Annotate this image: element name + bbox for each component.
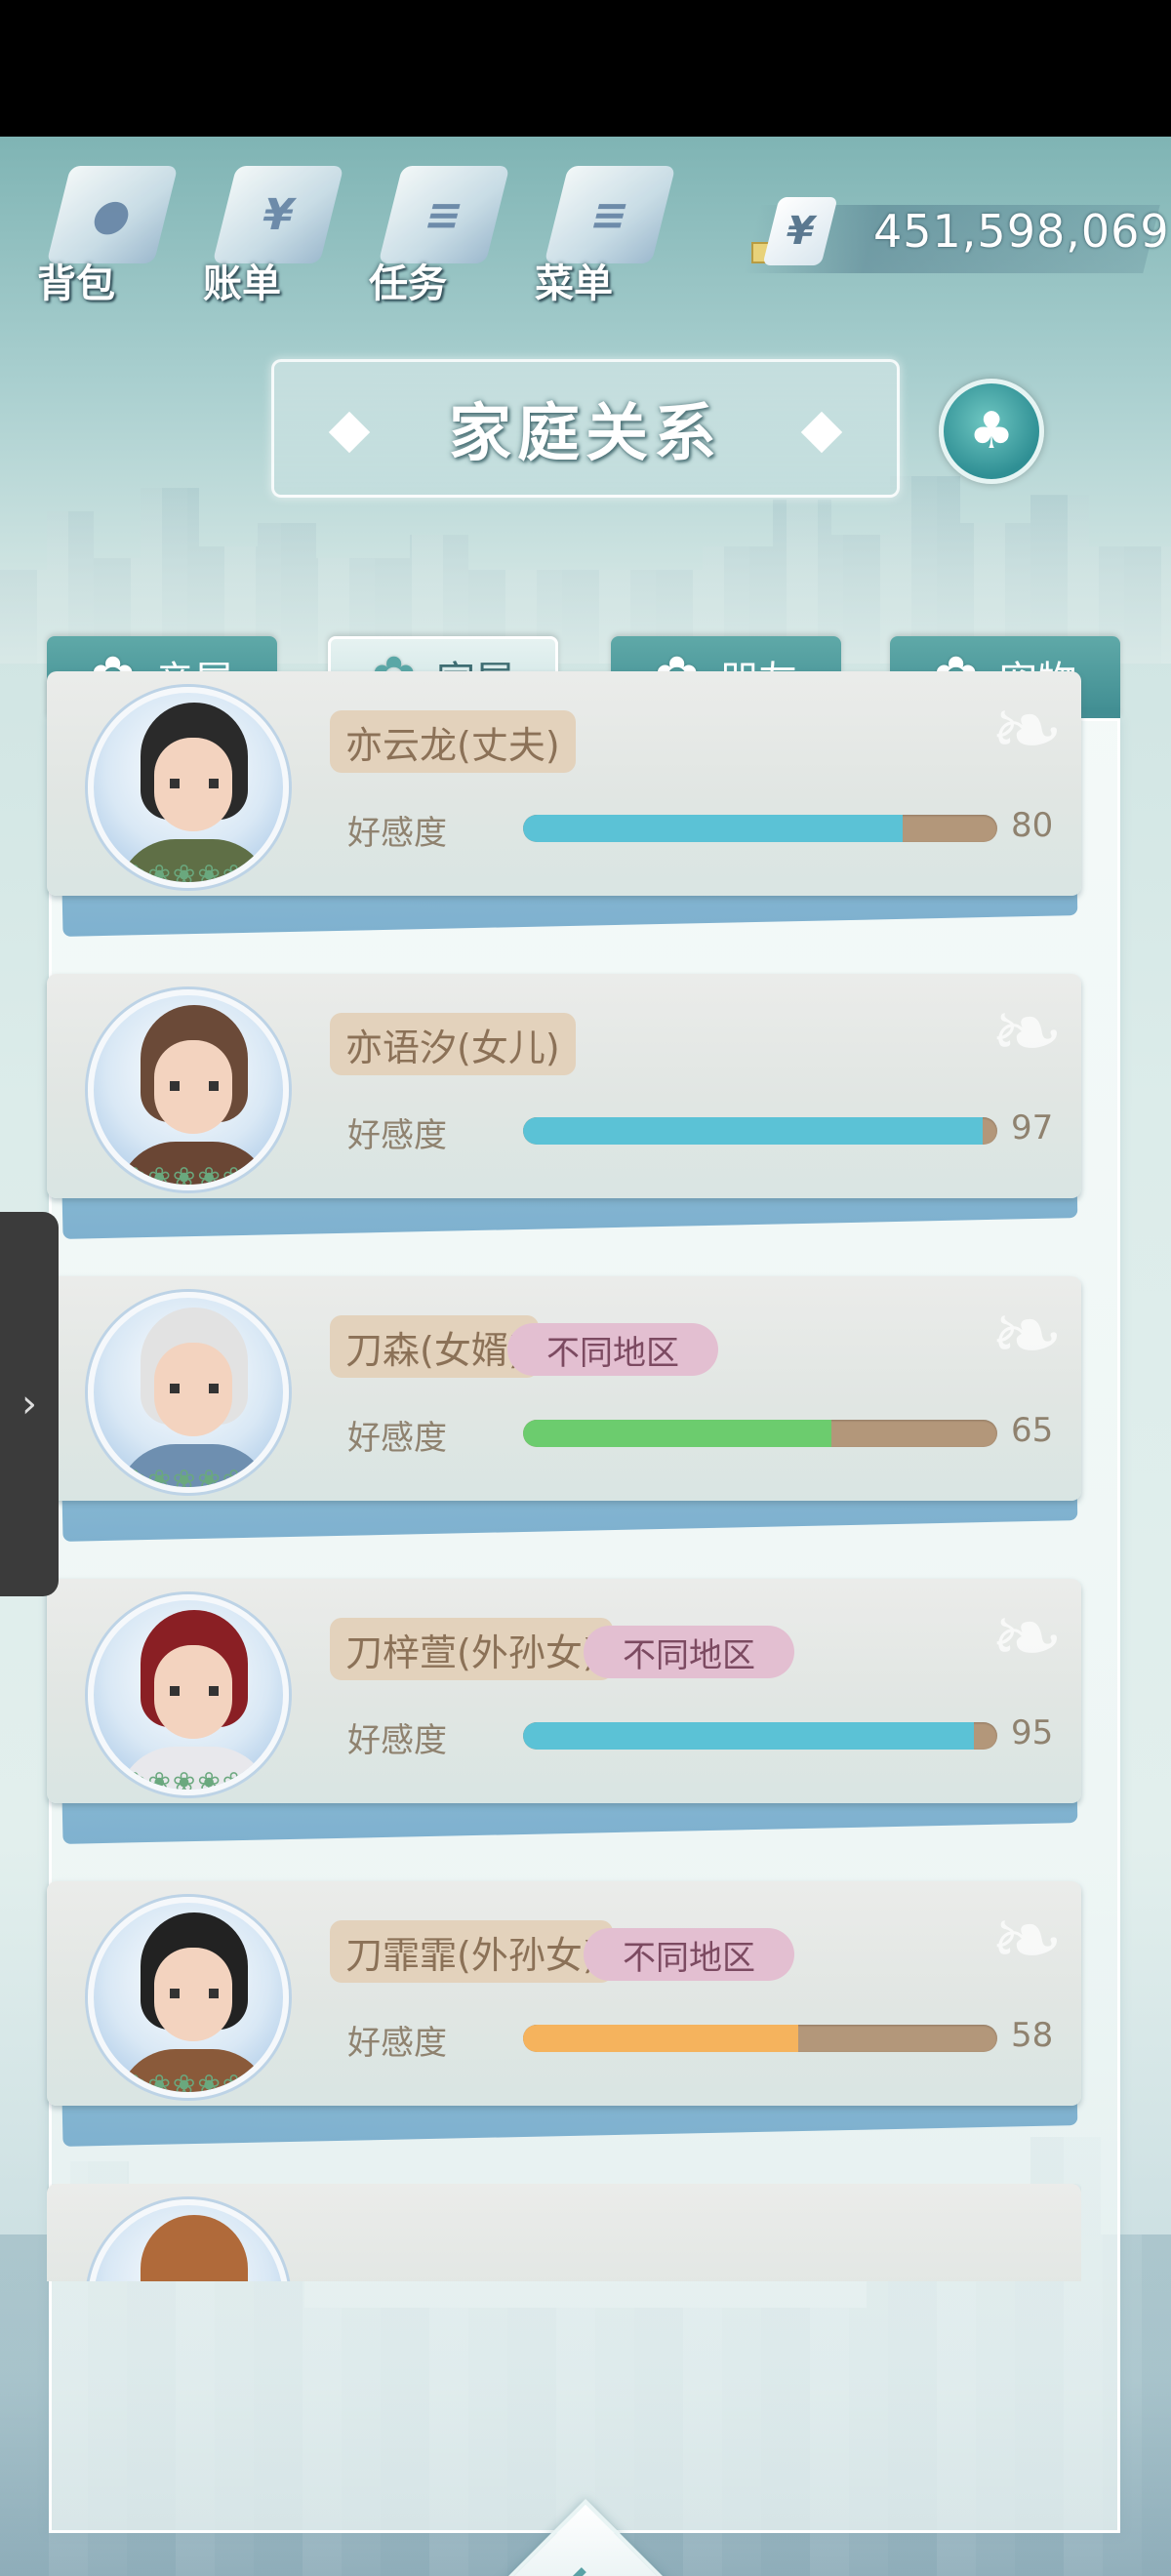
bill-icon: ¥	[212, 166, 344, 263]
affinity-label: 好感度	[347, 1419, 447, 1458]
return-icon: ↰	[546, 2556, 625, 2576]
card-body	[47, 2184, 1081, 2281]
avatar[interactable]: ❀❀❀❀❀	[88, 1594, 289, 1795]
card-body: ❧ ❀❀❀❀❀ 亦云龙(丈夫) 好感度 80	[47, 671, 1081, 896]
affinity-fill	[523, 1420, 831, 1447]
affinity-fill	[523, 2025, 798, 2052]
affinity-bar	[523, 1117, 997, 1145]
tree-icon: ♣	[968, 402, 1015, 461]
member-card[interactable]: ❧ ❀❀❀❀❀ 亦语汐(女儿) 好感度 97	[47, 974, 1081, 1239]
member-name: 刀梓萱(外孙女)	[330, 1618, 613, 1680]
member-card[interactable]: ❧ ❀❀❀❀❀ 刀梓萱(外孙女) 不同地区 好感度 95	[47, 1579, 1081, 1844]
top-menu: ● 背包 ¥ 账单 ≡ 任务 ≡ 菜单	[29, 156, 676, 306]
menu-task-label: 任务	[369, 262, 447, 306]
diamond-right-icon	[800, 411, 843, 454]
region-badge: 不同地区	[584, 1626, 794, 1678]
title-banner: 家庭关系	[271, 359, 900, 498]
affinity-value: 95	[1011, 1713, 1054, 1752]
region-badge: 不同地区	[507, 1323, 718, 1376]
member-name: 刀霏霏(外孙女)	[330, 1920, 613, 1983]
affinity-bar	[523, 815, 997, 842]
member-card[interactable]: ❧ ❀❀❀❀❀ 刀霏霏(外孙女) 不同地区 好感度 58	[47, 1881, 1081, 2147]
menu-bill-label: 账单	[203, 262, 281, 306]
bag-icon: ●	[46, 166, 179, 263]
menu-icon: ≡	[544, 166, 676, 263]
chevron-right-icon: ›	[21, 1382, 37, 1427]
affinity-value: 80	[1011, 806, 1054, 845]
member-card[interactable]: ❧ ❀❀❀❀❀ 亦云龙(丈夫) 好感度 80	[47, 671, 1081, 937]
vine-ornament-icon: ❧	[989, 1284, 1064, 1387]
avatar[interactable]: ❀❀❀❀❀	[88, 1292, 289, 1493]
avatar	[88, 2199, 289, 2281]
status-bar	[0, 0, 1171, 137]
affinity-fill	[523, 1722, 974, 1750]
member-name: 亦语汐(女儿)	[330, 1013, 576, 1075]
menu-menu-button[interactable]: ≡ 菜单	[527, 156, 676, 306]
card-body: ❧ ❀❀❀❀❀ 刀霏霏(外孙女) 不同地区 好感度 58	[47, 1881, 1081, 2106]
affinity-value: 58	[1011, 2016, 1054, 2055]
leaf-wreath-icon: ❀❀❀❀❀	[123, 1766, 248, 1795]
affinity-label: 好感度	[347, 814, 447, 853]
page-title: 家庭关系	[449, 398, 722, 470]
avatar-eyes	[170, 1989, 219, 1998]
diamond-left-icon	[328, 411, 371, 454]
affinity-label: 好感度	[347, 2024, 447, 2063]
vine-ornament-icon: ❧	[989, 1587, 1064, 1689]
affinity-bar	[523, 2025, 997, 2052]
affinity-bar	[523, 1420, 997, 1447]
vine-ornament-icon: ❧	[989, 982, 1064, 1084]
avatar-hair	[141, 2215, 248, 2281]
avatar-eyes	[170, 1384, 219, 1393]
avatar[interactable]: ❀❀❀❀❀	[88, 989, 289, 1190]
member-card-partial[interactable]	[47, 2184, 1081, 2281]
menu-bag-button[interactable]: ● 背包	[29, 156, 179, 306]
leaf-wreath-icon: ❀❀❀❀❀	[123, 2069, 248, 2098]
avatar-eyes	[170, 1081, 219, 1091]
affinity-bar	[523, 1722, 997, 1750]
card-body: ❧ ❀❀❀❀❀ 刀梓萱(外孙女) 不同地区 好感度 95	[47, 1579, 1081, 1803]
currency-value: 451,598,069	[873, 205, 1170, 258]
side-drawer-handle[interactable]: ›	[0, 1212, 59, 1596]
member-card[interactable]: ❧ ❀❀❀❀❀ 刀森(女婿) 不同地区 好感度 65	[47, 1276, 1081, 1542]
member-name: 亦云龙(丈夫)	[330, 710, 576, 773]
avatar-eyes	[170, 1686, 219, 1696]
vine-ornament-icon: ❧	[989, 1889, 1064, 1992]
leaf-wreath-icon: ❀❀❀❀❀	[123, 1161, 248, 1190]
card-body: ❧ ❀❀❀❀❀ 亦语汐(女儿) 好感度 97	[47, 974, 1081, 1198]
menu-task-button[interactable]: ≡ 任务	[361, 156, 510, 306]
game-scene: ● 背包 ¥ 账单 ≡ 任务 ≡ 菜单 ¥ 451,598,069 家庭关系 ♣…	[0, 137, 1171, 2576]
affinity-fill	[523, 1117, 984, 1145]
affinity-fill	[523, 815, 903, 842]
menu-bag-label: 背包	[37, 262, 115, 306]
menu-bill-button[interactable]: ¥ 账单	[195, 156, 344, 306]
avatar[interactable]: ❀❀❀❀❀	[88, 687, 289, 888]
affinity-value: 65	[1011, 1411, 1054, 1450]
task-icon: ≡	[378, 166, 510, 263]
leaf-wreath-icon: ❀❀❀❀❀	[123, 859, 248, 888]
family-tree-button[interactable]: ♣	[939, 379, 1044, 484]
affinity-label: 好感度	[347, 1116, 447, 1155]
leaf-wreath-icon: ❀❀❀❀❀	[123, 1464, 248, 1493]
affinity-value: 97	[1011, 1108, 1054, 1147]
avatar[interactable]: ❀❀❀❀❀	[88, 1897, 289, 2098]
menu-menu-label: 菜单	[535, 262, 613, 306]
region-badge: 不同地区	[584, 1928, 794, 1981]
card-body: ❧ ❀❀❀❀❀ 刀森(女婿) 不同地区 好感度 65	[47, 1276, 1081, 1501]
avatar-eyes	[170, 779, 219, 788]
vine-ornament-icon: ❧	[989, 679, 1064, 782]
affinity-label: 好感度	[347, 1721, 447, 1760]
